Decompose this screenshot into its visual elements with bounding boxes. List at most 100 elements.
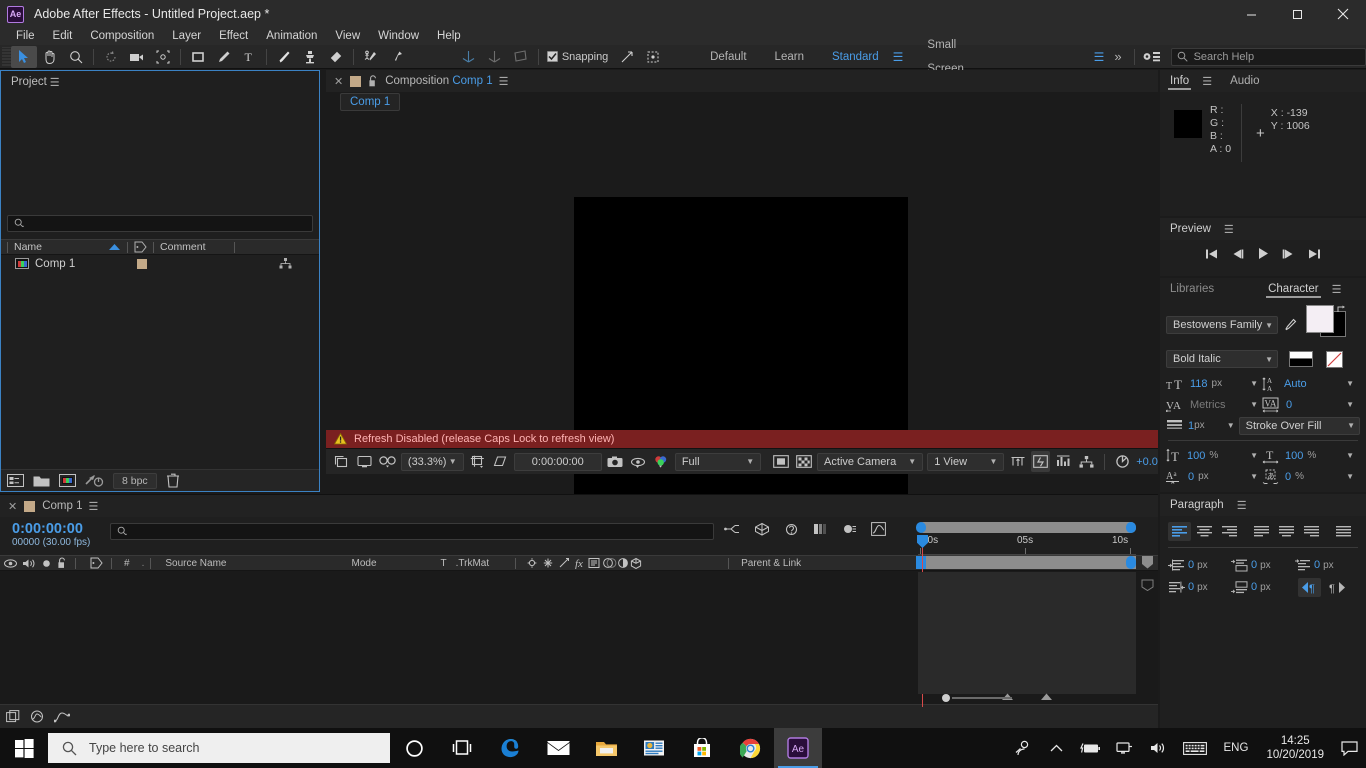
- zoom-level-select[interactable]: (33.3%) ▼: [400, 452, 464, 471]
- timeline-right-marker[interactable]: [1142, 556, 1154, 569]
- cortana-icon[interactable]: [390, 728, 438, 768]
- snapping-toggle[interactable]: Snapping: [546, 51, 608, 63]
- rotation-tool[interactable]: [98, 46, 124, 68]
- horizontal-scale-control[interactable]: T 100 % ▼: [1262, 448, 1358, 464]
- start-button[interactable]: [0, 728, 48, 768]
- resolution-select[interactable]: Full ▼: [674, 452, 762, 471]
- justify-all-button[interactable]: [1332, 522, 1355, 541]
- menu-window[interactable]: Window: [369, 28, 428, 45]
- menu-animation[interactable]: Animation: [257, 28, 326, 45]
- tsume-control[interactable]: あ 0 % ▼: [1262, 469, 1358, 485]
- tab-paragraph[interactable]: Paragraph: [1160, 494, 1234, 516]
- new-comp-icon[interactable]: [59, 474, 76, 487]
- menu-help[interactable]: Help: [428, 28, 470, 45]
- first-frame-icon[interactable]: [1205, 248, 1218, 260]
- audio-icon[interactable]: [22, 558, 36, 569]
- hand-tool[interactable]: [37, 46, 63, 68]
- time-track-bar[interactable]: [918, 556, 1136, 569]
- brush-tool[interactable]: [271, 46, 297, 68]
- monitor-preview-icon[interactable]: [355, 451, 374, 472]
- lock-icon[interactable]: [57, 557, 67, 569]
- play-icon[interactable]: [1257, 247, 1269, 260]
- character-panel-menu-icon[interactable]: ☰: [1332, 283, 1342, 296]
- timeline-panel-menu-icon[interactable]: ☰: [89, 500, 99, 513]
- space-before-control[interactable]: 0 px: [1231, 559, 1294, 572]
- composition-tab-label[interactable]: Composition Comp 1: [385, 75, 492, 87]
- people-icon[interactable]: [1006, 728, 1040, 768]
- justify-last-center-button[interactable]: [1275, 522, 1298, 541]
- type-tool[interactable]: T: [236, 46, 262, 68]
- info-panel-menu-icon[interactable]: ☰: [1202, 75, 1212, 88]
- column-name[interactable]: Name: [14, 241, 42, 253]
- mail-icon[interactable]: [534, 728, 582, 768]
- time-navigator-start[interactable]: [916, 522, 926, 533]
- baseline-shift-control[interactable]: Aa 0 px ▼: [1166, 469, 1262, 484]
- snapping-checkbox[interactable]: [546, 51, 558, 62]
- eraser-tool[interactable]: [323, 46, 349, 68]
- next-frame-icon[interactable]: [1282, 248, 1295, 260]
- solo-icon[interactable]: [41, 558, 52, 569]
- edge-icon[interactable]: [486, 728, 534, 768]
- column-comment[interactable]: Comment: [160, 241, 206, 253]
- menu-file[interactable]: File: [7, 28, 44, 45]
- timeline-graph-icon[interactable]: [1054, 451, 1073, 472]
- tab-preview[interactable]: Preview: [1160, 218, 1221, 240]
- fill-stroke-swatches[interactable]: [1302, 305, 1346, 345]
- sort-ascending-icon[interactable]: [108, 243, 121, 251]
- draft-3d-icon[interactable]: [754, 522, 770, 536]
- transparency-grid-icon[interactable]: [491, 451, 510, 472]
- timeline-tab-label[interactable]: Comp 1: [42, 500, 82, 512]
- chrome-icon[interactable]: [726, 728, 774, 768]
- puppet-pin-tool[interactable]: [384, 46, 410, 68]
- microsoft-store-icon[interactable]: [678, 728, 726, 768]
- fast-previews-icon[interactable]: [1031, 451, 1051, 472]
- comp-flowchart-icon[interactable]: [1077, 451, 1096, 472]
- viewer-timecode[interactable]: 0:00:00:00: [513, 452, 602, 471]
- show-hidden-icons-icon[interactable]: [1040, 728, 1074, 768]
- workspace-learn[interactable]: Learn: [761, 45, 818, 69]
- toggle-transparency-grid-icon[interactable]: [794, 451, 813, 472]
- project-item-row[interactable]: Comp 1: [1, 255, 319, 272]
- menu-effect[interactable]: Effect: [210, 28, 257, 45]
- action-center-icon[interactable]: [1332, 728, 1366, 768]
- timeline-zoom-slider[interactable]: [952, 697, 1012, 699]
- toolbar-grip[interactable]: [2, 46, 11, 67]
- last-frame-icon[interactable]: [1308, 248, 1321, 260]
- breadcrumb-comp-1[interactable]: Comp 1: [340, 93, 401, 111]
- new-folder-icon[interactable]: [33, 474, 50, 487]
- column-parent-link[interactable]: Parent & Link: [741, 558, 801, 569]
- camera-tool[interactable]: [124, 46, 150, 68]
- column-source-name[interactable]: Source Name: [165, 558, 226, 569]
- composition-viewer[interactable]: Refresh Disabled (release Caps Lock to r…: [326, 112, 1158, 517]
- camera-view-select[interactable]: Active Camera ▼: [817, 452, 924, 471]
- search-help-field[interactable]: Search Help: [1170, 47, 1366, 66]
- fill-color-swatch[interactable]: [1306, 305, 1334, 333]
- timeline-zoom-knob[interactable]: [942, 694, 950, 702]
- close-timeline-tab-icon[interactable]: ✕: [8, 500, 17, 513]
- menu-view[interactable]: View: [326, 28, 369, 45]
- menu-edit[interactable]: Edit: [44, 28, 82, 45]
- tab-libraries[interactable]: Libraries: [1160, 278, 1224, 300]
- exposure-value[interactable]: +0.0: [1136, 456, 1158, 468]
- timeline-search-input[interactable]: [110, 523, 714, 540]
- label-column-icon[interactable]: [90, 557, 103, 569]
- time-navigator-end[interactable]: [1126, 522, 1136, 533]
- snap-arrow-icon[interactable]: [614, 46, 640, 68]
- toggle-switches-modes-icon[interactable]: [6, 710, 20, 723]
- font-size-control[interactable]: TT 118 px ▼: [1166, 377, 1262, 391]
- region-of-interest-icon[interactable]: [468, 451, 487, 472]
- after-effects-icon[interactable]: Ae: [774, 728, 822, 768]
- taskbar-search[interactable]: Type here to search: [48, 733, 390, 763]
- motion-blur-icon[interactable]: [842, 522, 857, 536]
- no-fill-swatch[interactable]: [1326, 350, 1343, 368]
- vertical-scale-control[interactable]: T 100 % ▼: [1166, 448, 1262, 463]
- align-center-button[interactable]: [1193, 522, 1216, 541]
- exposure-reset-icon[interactable]: [1113, 451, 1132, 472]
- clone-stamp-tool[interactable]: [297, 46, 323, 68]
- maximize-button[interactable]: [1274, 0, 1320, 28]
- project-search-input[interactable]: [7, 215, 313, 232]
- motion-paths-icon[interactable]: [54, 710, 70, 723]
- kerning-control[interactable]: VA Metrics ▼: [1166, 398, 1262, 412]
- frame-blending-icon[interactable]: [813, 522, 828, 536]
- work-area-start-handle[interactable]: [916, 556, 926, 569]
